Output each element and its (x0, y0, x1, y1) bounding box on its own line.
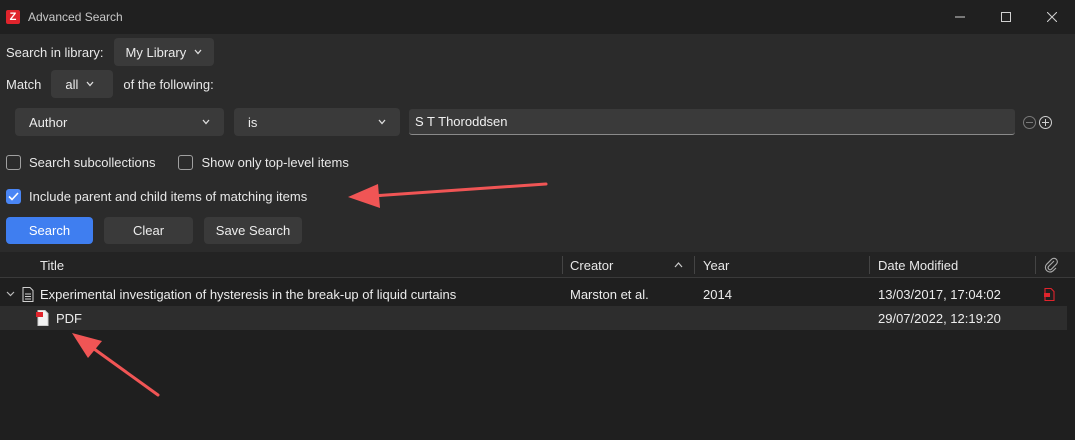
maximize-icon (1001, 12, 1011, 22)
library-dropdown-value: My Library (125, 44, 187, 60)
column-separator[interactable] (562, 256, 563, 274)
title-bar: Z Advanced Search (0, 0, 1075, 34)
close-button[interactable] (1029, 0, 1075, 34)
expand-toggle[interactable] (6, 282, 15, 306)
paperclip-icon (1044, 257, 1058, 273)
condition-operator-value: is (248, 114, 258, 130)
item-date-modified: 13/03/2017, 17:04:02 (878, 286, 1001, 302)
checkmark-icon (8, 191, 19, 201)
attachments-column-icon[interactable] (1044, 252, 1058, 278)
options-row-1: Search subcollections Show only top-leve… (6, 153, 349, 171)
search-panel: Search in library: My Library Match all … (0, 34, 1075, 252)
pdf-icon (36, 306, 49, 330)
window-title: Advanced Search (28, 10, 123, 24)
chevron-down-icon (6, 291, 15, 297)
top-level-label: Show only top-level items (201, 154, 349, 170)
chevron-down-icon (86, 81, 94, 87)
column-header-creator[interactable]: Creator (570, 252, 613, 278)
clear-button[interactable]: Clear (104, 217, 193, 244)
close-icon (1047, 12, 1057, 22)
remove-condition-button[interactable] (1023, 115, 1036, 129)
sort-ascending-icon[interactable] (674, 252, 683, 278)
match-dropdown-value: all (65, 76, 79, 92)
pdf-attachment-icon[interactable] (1044, 282, 1055, 306)
chevron-down-icon (378, 119, 386, 125)
attachment-title: PDF (56, 310, 82, 326)
add-condition-button[interactable] (1039, 115, 1052, 129)
table-row[interactable]: PDF 29/07/2022, 12:19:20 (0, 306, 1067, 330)
top-level-checkbox[interactable] (178, 154, 194, 170)
condition-row: Author is (15, 108, 1052, 136)
attachment-date-modified: 29/07/2022, 12:19:20 (878, 310, 1001, 326)
results-table-header: Title Creator Year Date Modified (0, 252, 1075, 278)
include-parent-child-label: Include parent and child items of matchi… (29, 188, 308, 204)
document-icon (22, 282, 34, 306)
minus-icon (1026, 121, 1033, 123)
column-header-year[interactable]: Year (703, 252, 729, 278)
column-separator[interactable] (1035, 256, 1036, 274)
subcollections-label: Search subcollections (29, 154, 156, 170)
item-creator: Marston et al. (570, 286, 649, 302)
include-parent-child-checkbox[interactable] (6, 188, 21, 204)
column-header-title[interactable]: Title (40, 252, 64, 278)
condition-field-value: Author (29, 114, 68, 130)
subcollections-checkbox[interactable] (6, 154, 21, 170)
item-title: Experimental investigation of hysteresis… (40, 286, 457, 302)
condition-value-input[interactable] (409, 109, 1015, 135)
match-suffix-label: of the following: (123, 76, 214, 92)
match-dropdown[interactable]: all (51, 70, 114, 98)
column-separator[interactable] (869, 256, 870, 274)
match-row: Match all of the following: (6, 70, 214, 98)
condition-operator-dropdown[interactable]: is (234, 108, 400, 136)
search-button[interactable]: Search (6, 217, 93, 244)
subcollections-option[interactable]: Search subcollections (6, 154, 156, 170)
library-dropdown[interactable]: My Library (113, 38, 215, 66)
chevron-down-icon (194, 49, 202, 55)
maximize-button[interactable] (983, 0, 1029, 34)
column-separator[interactable] (694, 256, 695, 274)
item-year: 2014 (703, 286, 732, 302)
zotero-app-icon: Z (6, 10, 20, 24)
library-label: Search in library: (6, 44, 104, 60)
options-row-2: Include parent and child items of matchi… (6, 187, 307, 205)
condition-field-dropdown[interactable]: Author (15, 108, 224, 136)
minimize-button[interactable] (937, 0, 983, 34)
plus-icon (1042, 118, 1049, 126)
window-controls (937, 0, 1075, 34)
table-row[interactable]: Experimental investigation of hysteresis… (0, 282, 1067, 306)
match-label: Match (6, 76, 42, 92)
library-row: Search in library: My Library (6, 38, 215, 66)
action-buttons-row: Search Clear Save Search (6, 217, 302, 244)
minimize-icon (955, 16, 965, 18)
save-search-button[interactable]: Save Search (204, 217, 302, 244)
include-parent-child-option[interactable]: Include parent and child items of matchi… (6, 188, 308, 204)
column-header-date-modified[interactable]: Date Modified (878, 252, 958, 278)
top-level-option[interactable]: Show only top-level items (178, 154, 349, 170)
results-list: Experimental investigation of hysteresis… (0, 278, 1075, 440)
chevron-down-icon (202, 119, 210, 125)
